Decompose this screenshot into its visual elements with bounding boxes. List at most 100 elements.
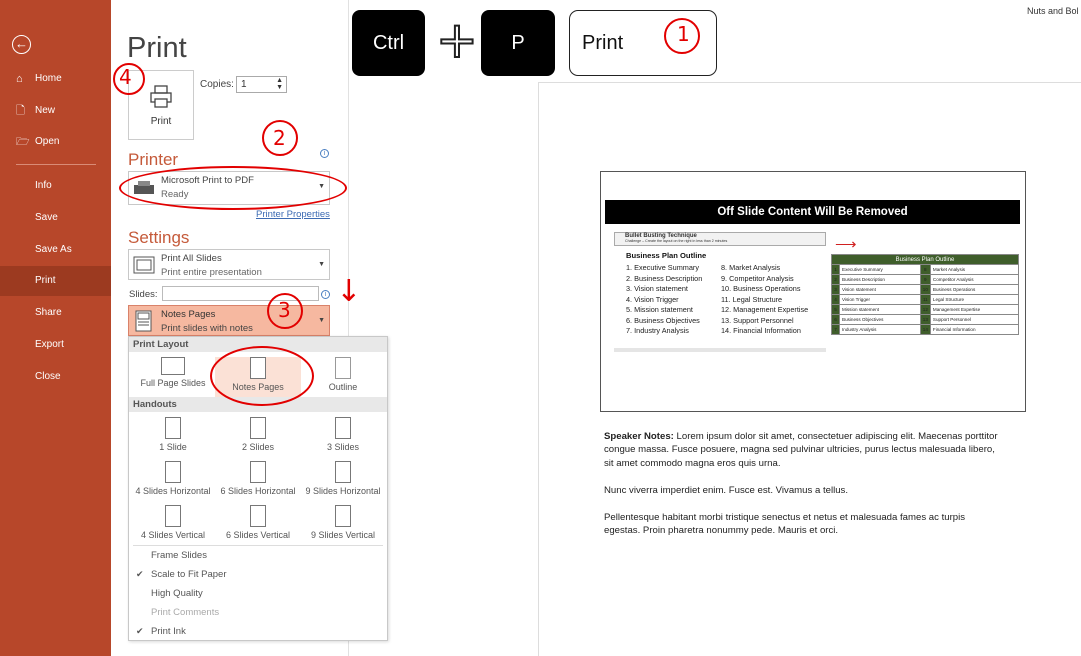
sidebar-item-home[interactable]: ⌂ Home xyxy=(0,64,111,94)
sidebar-divider xyxy=(16,164,96,165)
slide-footer-bar xyxy=(614,348,826,352)
outline-item: 8. Market Analysis xyxy=(721,263,781,272)
option-label: Scale to Fit Paper xyxy=(151,569,227,580)
table-cell: Management Expertise xyxy=(929,304,1020,315)
printer-properties-link[interactable]: Printer Properties xyxy=(256,209,330,220)
table-cell: Executive Summary xyxy=(839,264,921,275)
table-cell-number: 14 xyxy=(919,324,931,335)
outline-item: 11. Legal Structure xyxy=(721,294,783,304)
outline-item: 5. Mission statement xyxy=(626,305,693,314)
option-label: Print Comments xyxy=(151,607,220,618)
annotation-number-4: 4 xyxy=(119,65,132,89)
outline-item: 4. Vision Trigger xyxy=(626,294,679,304)
spinner-arrows-icon[interactable]: ▲ ▼ xyxy=(276,77,283,91)
back-arrow-icon[interactable]: ← xyxy=(12,35,31,54)
option-label: High Quality xyxy=(151,588,203,599)
table-cell: Business Objectives xyxy=(839,314,921,325)
home-icon: ⌂ xyxy=(16,73,23,85)
settings-section-heading: Settings xyxy=(128,228,190,247)
table-cell-number: 5 xyxy=(831,304,840,315)
table-cell: Vision statement xyxy=(839,284,921,295)
annotation-number-3: 3 xyxy=(278,298,291,322)
option-2-slides[interactable]: 2 Slides xyxy=(215,417,301,452)
table-cell: Support Personnel xyxy=(929,314,1020,325)
sidebar-item-info[interactable]: Info xyxy=(0,171,111,201)
option-label: 9 Slides Horizontal xyxy=(305,486,381,496)
print-button-label: Print xyxy=(150,116,172,127)
ctrl-key-cap: Ctrl xyxy=(352,10,425,76)
slides-label: Slides: xyxy=(129,289,158,300)
table-row: 5 Mission statement 12 Management Expertise xyxy=(831,304,1020,315)
page-title: Print xyxy=(127,32,187,64)
table-cell-number: 4 xyxy=(831,294,840,305)
table-header: Business Plan Outline xyxy=(831,254,1019,265)
sidebar-item-label: Share xyxy=(35,307,62,318)
sidebar-item-close[interactable]: Close xyxy=(0,362,111,392)
sidebar-item-share[interactable]: Share xyxy=(0,298,111,328)
option-6-slides-vertical[interactable]: 6 Slides Vertical xyxy=(215,505,301,540)
table-cell: Vision Trigger xyxy=(839,294,921,305)
speaker-notes-p1: Speaker Notes: Lorem ipsum dolor sit ame… xyxy=(604,430,999,470)
info-icon[interactable]: i xyxy=(321,290,330,299)
sidebar-item-save[interactable]: Save xyxy=(0,203,111,233)
speaker-notes-p2: Nunc viverra imperdiet enim. Fusce est. … xyxy=(604,485,849,496)
option-label: 1 Slide xyxy=(159,442,187,452)
handout-1-icon xyxy=(165,417,181,439)
table-cell-number: 7 xyxy=(831,324,840,335)
slides-range-dropdown[interactable]: Print All Slides Print entire presentati… xyxy=(128,249,330,280)
speaker-notes-p3: Pellentesque habitant morbi tristique se… xyxy=(604,512,966,537)
table-cell-number: 13 xyxy=(919,314,931,325)
sidebar-item-print[interactable]: Print xyxy=(0,266,111,296)
option-9-slides-horizontal[interactable]: 9 Slides Horizontal xyxy=(300,461,386,496)
checkmark-icon: ✔ xyxy=(136,626,144,636)
handout-9v-icon xyxy=(335,505,351,527)
sidebar-item-open[interactable]: 🗁 Open xyxy=(0,127,111,157)
sidebar-item-label: Close xyxy=(35,371,61,382)
sidebar-item-new[interactable]: 🗋 New xyxy=(0,96,111,126)
chevron-down-icon: ▼ xyxy=(318,317,325,324)
handout-9h-icon xyxy=(335,461,351,483)
info-icon[interactable]: i xyxy=(320,149,329,158)
slides-icon xyxy=(133,256,155,274)
table-cell-number: 2 xyxy=(831,274,840,285)
table-row: 7 Industry Analysis 14 Financial Informatio… xyxy=(831,324,1020,335)
option-scale-to-fit[interactable]: ✔ Scale to Fit Paper xyxy=(129,565,387,584)
copies-input[interactable]: 1 ▲ ▼ xyxy=(236,76,287,93)
option-high-quality[interactable]: High Quality xyxy=(129,584,387,603)
printer-icon xyxy=(150,85,172,108)
table-cell: Market Analysis xyxy=(929,264,1020,275)
sidebar-item-label: Open xyxy=(35,136,60,147)
table-cell: Business Operations xyxy=(929,284,1020,295)
sidebar-item-save-as[interactable]: Save As xyxy=(0,235,111,265)
option-label: Outline xyxy=(328,382,358,392)
outline-item: 6. Business Objectives xyxy=(626,315,700,325)
slides-range-title: Print All Slides xyxy=(161,253,222,264)
copies-value: 1 xyxy=(241,79,247,90)
option-6-slides-horizontal[interactable]: 6 Slides Horizontal xyxy=(215,461,301,496)
table-row: 3 Vision statement 10 Business Operations xyxy=(831,284,1020,295)
option-3-slides[interactable]: 3 Slides xyxy=(300,417,386,452)
option-frame-slides[interactable]: Frame Slides xyxy=(129,546,387,565)
option-label: 6 Slides Horizontal xyxy=(220,486,296,496)
option-label: Frame Slides xyxy=(151,550,207,561)
option-print-ink[interactable]: ✔ Print Ink xyxy=(129,622,387,641)
table-cell-number: 8 xyxy=(919,264,931,275)
option-4-slides-horizontal[interactable]: 4 Slides Horizontal xyxy=(130,461,216,496)
option-full-page-slides[interactable]: Full Page Slides xyxy=(130,357,216,388)
table-row: 1 Executive Summary 8 Market Analysis xyxy=(831,264,1020,275)
slide-outline-title: Business Plan Outline xyxy=(626,251,707,260)
open-folder-icon: 🗁 xyxy=(16,136,30,148)
sidebar-item-label: Save As xyxy=(35,244,72,255)
sidebar-item-export[interactable]: Export xyxy=(0,330,111,360)
option-9-slides-vertical[interactable]: 9 Slides Vertical xyxy=(300,505,386,540)
slide-subnote: Challenge – Create the layout on the rig… xyxy=(625,239,728,243)
table-cell-number: 10 xyxy=(919,284,931,295)
option-label: Print Ink xyxy=(151,626,186,637)
table-row: 6 Business Objectives 13 Support Personnel xyxy=(831,314,1020,325)
option-1-slide[interactable]: 1 Slide xyxy=(130,417,216,452)
option-label: 4 Slides Vertical xyxy=(140,530,206,540)
outline-item: 12. Management Expertise xyxy=(721,305,809,314)
plus-sign: + xyxy=(435,11,479,69)
option-4-slides-vertical[interactable]: 4 Slides Vertical xyxy=(130,505,216,540)
option-print-comments: Print Comments xyxy=(129,603,387,622)
